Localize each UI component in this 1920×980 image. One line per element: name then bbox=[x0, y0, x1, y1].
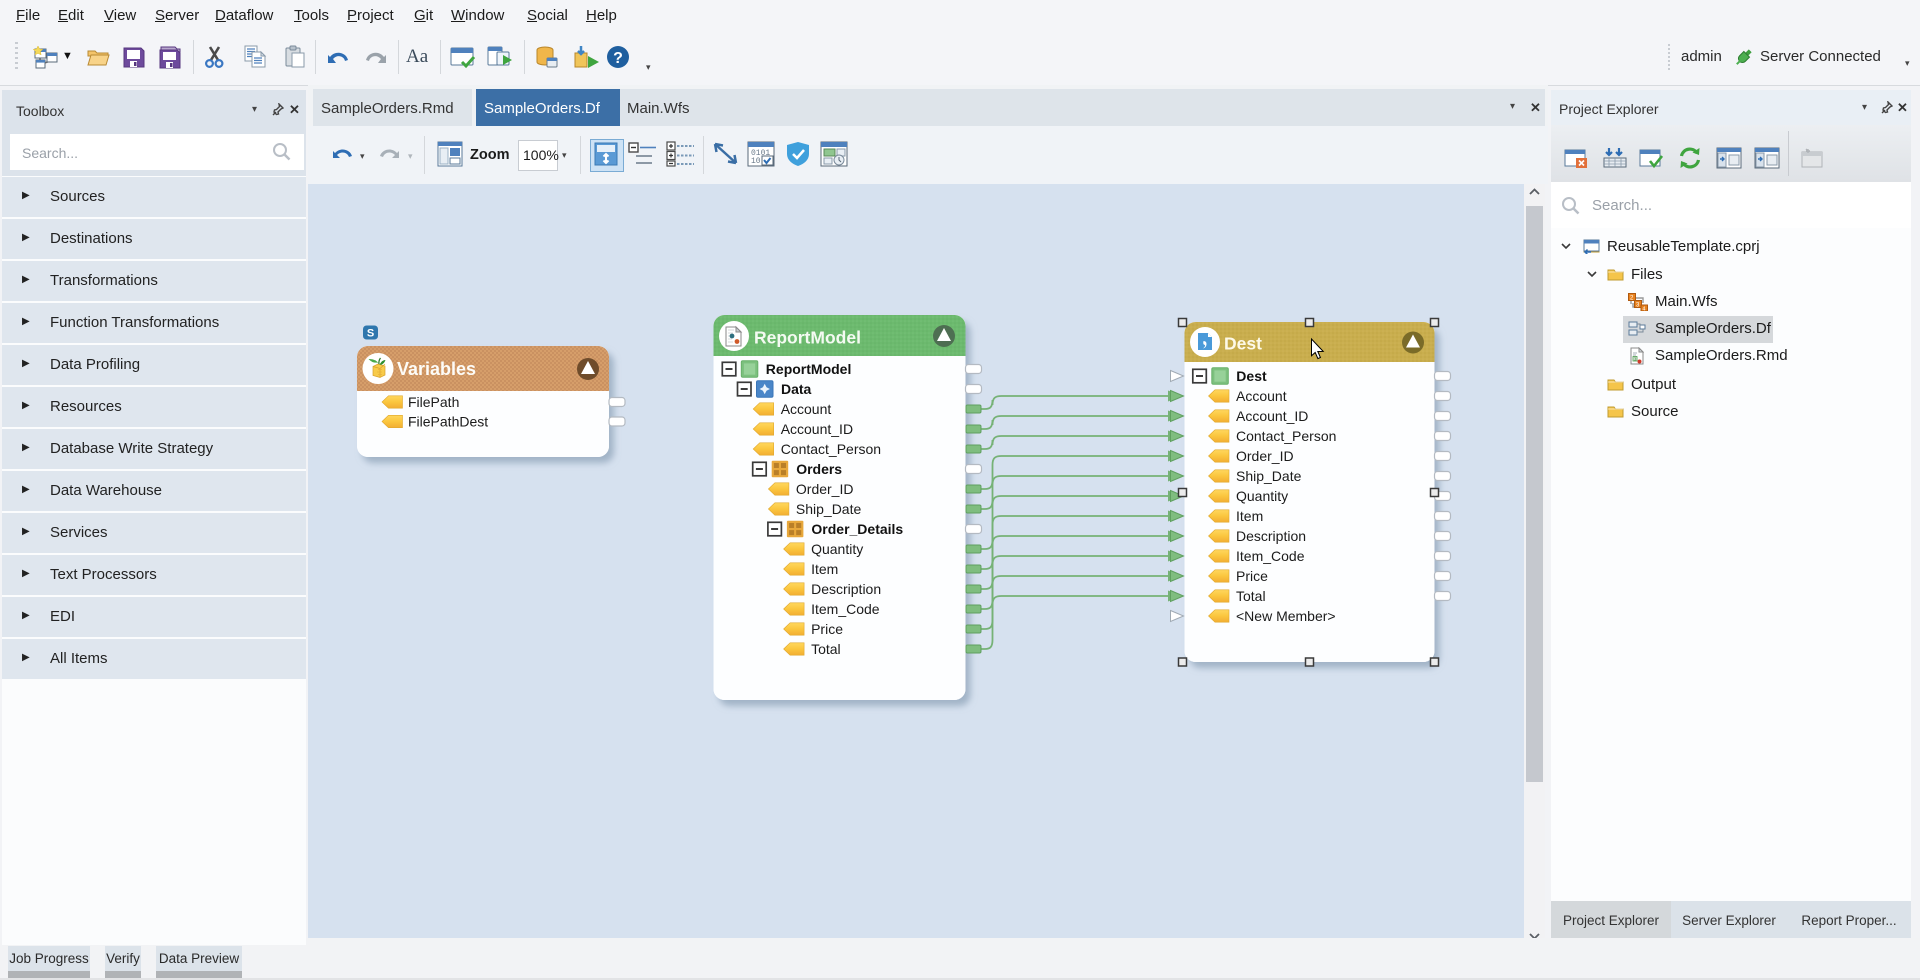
svg-text:Ship_Date: Ship_Date bbox=[796, 501, 862, 517]
svg-text:?: ? bbox=[613, 50, 623, 67]
svg-text:Item_Code: Item_Code bbox=[1236, 548, 1305, 564]
svg-text:Order_ID: Order_ID bbox=[796, 481, 854, 497]
svg-text:Contact_Person: Contact_Person bbox=[781, 441, 881, 457]
svg-text:Ship_Date: Ship_Date bbox=[1236, 468, 1302, 484]
svg-text:Item: Item bbox=[1236, 508, 1263, 524]
svg-text:Account_ID: Account_ID bbox=[781, 421, 853, 437]
svg-text:Price: Price bbox=[811, 621, 843, 637]
svg-text:Description: Description bbox=[811, 581, 881, 597]
svg-text:ReportModel: ReportModel bbox=[766, 361, 852, 377]
svg-text:Total: Total bbox=[811, 641, 841, 657]
svg-text:4: 4 bbox=[1642, 306, 1645, 311]
svg-text:Price: Price bbox=[1236, 568, 1268, 584]
svg-text:Account_ID: Account_ID bbox=[1236, 408, 1308, 424]
svg-text:ReportModel: ReportModel bbox=[754, 328, 861, 348]
svg-text:Variables: Variables bbox=[397, 359, 476, 379]
svg-text:Item_Code: Item_Code bbox=[811, 601, 880, 617]
svg-text:Dest: Dest bbox=[1224, 334, 1262, 354]
svg-text:Data: Data bbox=[781, 381, 812, 397]
svg-text:Orders: Orders bbox=[796, 461, 842, 477]
svg-text:Contact_Person: Contact_Person bbox=[1236, 428, 1336, 444]
svg-text:Dest: Dest bbox=[1236, 368, 1267, 384]
svg-text:Quantity: Quantity bbox=[1236, 488, 1288, 504]
svg-text:Quantity: Quantity bbox=[811, 541, 863, 557]
svg-text:Order_Details: Order_Details bbox=[811, 521, 903, 537]
svg-text:Account: Account bbox=[781, 401, 832, 417]
svg-text:Description: Description bbox=[1236, 528, 1306, 544]
svg-text:FilePath: FilePath bbox=[408, 394, 459, 410]
svg-text:Total: Total bbox=[1236, 588, 1266, 604]
svg-text:FilePathDest: FilePathDest bbox=[408, 414, 488, 430]
svg-text:10: 10 bbox=[751, 157, 761, 166]
svg-text:<New Member>: <New Member> bbox=[1236, 608, 1336, 624]
svg-text:Order_ID: Order_ID bbox=[1236, 448, 1294, 464]
svg-text:Item: Item bbox=[811, 561, 838, 577]
svg-text:Account: Account bbox=[1236, 388, 1287, 404]
svg-text:S: S bbox=[367, 328, 374, 340]
